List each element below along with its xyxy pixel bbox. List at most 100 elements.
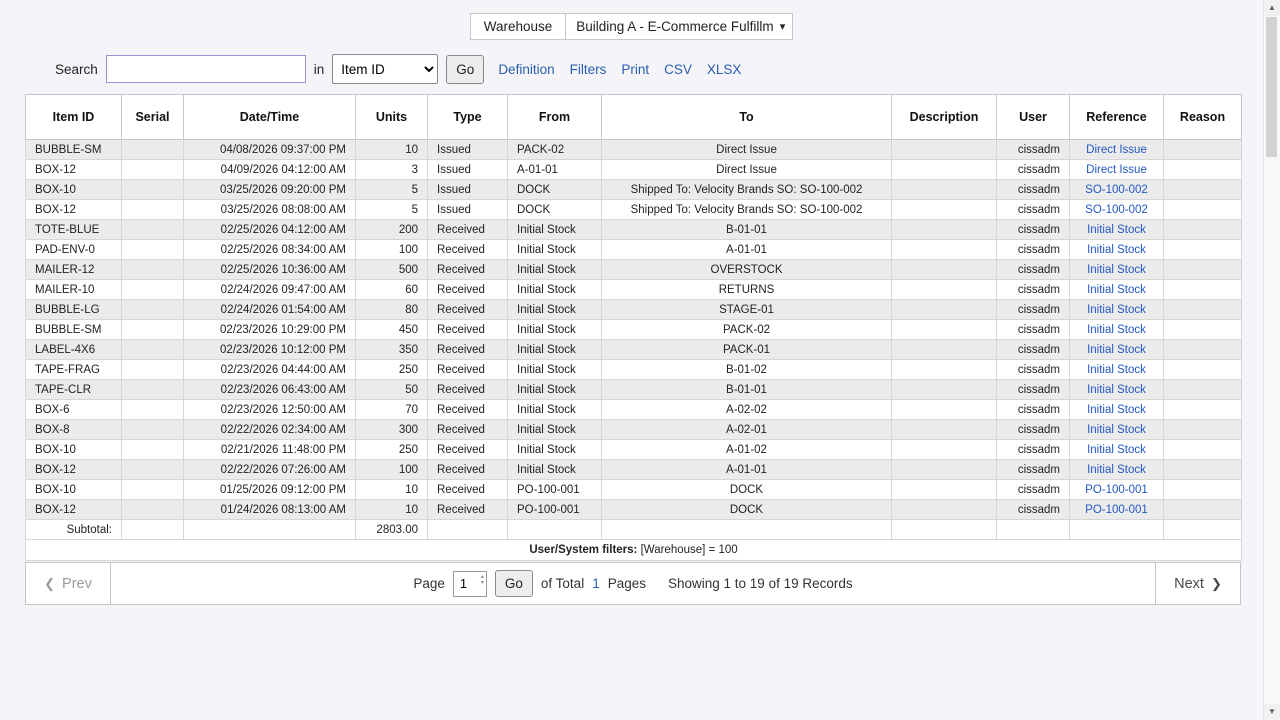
filters-row: User/System filters: [Warehouse] = 100 xyxy=(26,540,1242,561)
reference-link[interactable]: SO-100-002 xyxy=(1085,184,1148,196)
filters-cell: User/System filters: [Warehouse] = 100 xyxy=(26,540,1242,561)
cell-item-id: BOX-8 xyxy=(26,420,122,440)
scrollbar-up-icon[interactable]: ▲ xyxy=(1264,0,1280,16)
cell-user: cissadm xyxy=(997,440,1070,460)
table-row: LABEL-4X602/23/2026 10:12:00 PM350Receiv… xyxy=(26,340,1242,360)
col-type[interactable]: Type xyxy=(428,95,508,140)
cell-reason xyxy=(1164,240,1242,260)
cell-reference: SO-100-002 xyxy=(1070,180,1164,200)
col-item-id[interactable]: Item ID xyxy=(26,95,122,140)
reference-link[interactable]: PO-100-001 xyxy=(1085,504,1148,516)
cell-to: PACK-01 xyxy=(602,340,892,360)
reference-link[interactable]: Initial Stock xyxy=(1087,404,1146,416)
cell-reason xyxy=(1164,160,1242,180)
total-pages-link[interactable]: 1 xyxy=(592,576,600,591)
subtotal-empty xyxy=(184,520,356,540)
in-label: in xyxy=(314,62,325,77)
col-reference[interactable]: Reference xyxy=(1070,95,1164,140)
search-field-select[interactable]: Item ID xyxy=(332,54,438,84)
next-button[interactable]: Next ❯ xyxy=(1155,563,1240,604)
reference-link[interactable]: Direct Issue xyxy=(1086,144,1147,156)
cell-to: Shipped To: Velocity Brands SO: SO-100-0… xyxy=(602,180,892,200)
cell-user: cissadm xyxy=(997,180,1070,200)
reference-link[interactable]: PO-100-001 xyxy=(1085,484,1148,496)
table-row: BUBBLE-SM04/08/2026 09:37:00 PM10IssuedP… xyxy=(26,140,1242,160)
cell-item-id: BOX-10 xyxy=(26,480,122,500)
cell-reference: SO-100-002 xyxy=(1070,200,1164,220)
cell-to: RETURNS xyxy=(602,280,892,300)
reference-link[interactable]: Direct Issue xyxy=(1086,164,1147,176)
reference-link[interactable]: Initial Stock xyxy=(1087,304,1146,316)
go-button[interactable]: Go xyxy=(446,55,484,84)
print-link[interactable]: Print xyxy=(621,62,649,77)
subtotal-empty xyxy=(997,520,1070,540)
vertical-scrollbar[interactable]: ▲ ▼ xyxy=(1263,0,1280,720)
table-row: BOX-802/22/2026 02:34:00 AM300ReceivedIn… xyxy=(26,420,1242,440)
cell-item-id: BUBBLE-SM xyxy=(26,140,122,160)
scrollbar-thumb[interactable] xyxy=(1266,17,1277,157)
reference-link[interactable]: Initial Stock xyxy=(1087,244,1146,256)
cell-type: Received xyxy=(428,300,508,320)
cell-datetime: 04/09/2026 04:12:00 AM xyxy=(184,160,356,180)
page-go-button[interactable]: Go xyxy=(495,570,533,597)
definition-link[interactable]: Definition xyxy=(498,62,554,77)
search-input[interactable] xyxy=(106,55,306,83)
spinner-down-icon[interactable]: ▾ xyxy=(481,580,484,586)
cell-from: Initial Stock xyxy=(508,240,602,260)
cell-units: 10 xyxy=(356,480,428,500)
cell-description xyxy=(892,400,997,420)
reference-link[interactable]: Initial Stock xyxy=(1087,324,1146,336)
cell-datetime: 02/23/2026 10:29:00 PM xyxy=(184,320,356,340)
cell-datetime: 03/25/2026 08:08:00 AM xyxy=(184,200,356,220)
reference-link[interactable]: Initial Stock xyxy=(1087,264,1146,276)
cell-to: PACK-02 xyxy=(602,320,892,340)
reference-link[interactable]: Initial Stock xyxy=(1087,384,1146,396)
reference-link[interactable]: Initial Stock xyxy=(1087,424,1146,436)
table-row: BOX-1202/22/2026 07:26:00 AM100ReceivedI… xyxy=(26,460,1242,480)
cell-datetime: 02/24/2026 09:47:00 AM xyxy=(184,280,356,300)
cell-reference: Direct Issue xyxy=(1070,140,1164,160)
reference-link[interactable]: Initial Stock xyxy=(1087,284,1146,296)
cell-reference: Initial Stock xyxy=(1070,380,1164,400)
reference-link[interactable]: Initial Stock xyxy=(1087,464,1146,476)
cell-reason xyxy=(1164,360,1242,380)
cell-from: Initial Stock xyxy=(508,320,602,340)
cell-units: 200 xyxy=(356,220,428,240)
cell-user: cissadm xyxy=(997,480,1070,500)
top-bar: Warehouse Building A - E-Commerce Fulfil… xyxy=(0,0,1263,40)
cell-from: PO-100-001 xyxy=(508,480,602,500)
col-description[interactable]: Description xyxy=(892,95,997,140)
col-reason[interactable]: Reason xyxy=(1164,95,1242,140)
col-to[interactable]: To xyxy=(602,95,892,140)
cell-from: A-01-01 xyxy=(508,160,602,180)
cell-description xyxy=(892,420,997,440)
table-row: TOTE-BLUE02/25/2026 04:12:00 AM200Receiv… xyxy=(26,220,1242,240)
col-from[interactable]: From xyxy=(508,95,602,140)
scrollbar-down-icon[interactable]: ▼ xyxy=(1264,704,1280,720)
building-select[interactable]: Building A - E-Commerce Fulfillm ▾ xyxy=(565,13,793,40)
reference-link[interactable]: Initial Stock xyxy=(1087,364,1146,376)
cell-serial xyxy=(122,320,184,340)
reference-link[interactable]: SO-100-002 xyxy=(1085,204,1148,216)
xlsx-link[interactable]: XLSX xyxy=(707,62,742,77)
col-units[interactable]: Units xyxy=(356,95,428,140)
filters-link[interactable]: Filters xyxy=(570,62,607,77)
cell-type: Received xyxy=(428,220,508,240)
reference-link[interactable]: Initial Stock xyxy=(1087,344,1146,356)
cell-description xyxy=(892,160,997,180)
search-label: Search xyxy=(55,62,98,77)
csv-link[interactable]: CSV xyxy=(664,62,692,77)
reference-link[interactable]: Initial Stock xyxy=(1087,444,1146,456)
cell-user: cissadm xyxy=(997,380,1070,400)
page-number-spinner[interactable]: ▴ ▾ xyxy=(481,574,484,586)
col-serial[interactable]: Serial xyxy=(122,95,184,140)
prev-button[interactable]: ❮ Prev xyxy=(26,563,111,604)
table-row: TAPE-CLR02/23/2026 06:43:00 AM50Received… xyxy=(26,380,1242,400)
table-row: PAD-ENV-002/25/2026 08:34:00 AM100Receiv… xyxy=(26,240,1242,260)
col-user[interactable]: User xyxy=(997,95,1070,140)
cell-to: B-01-02 xyxy=(602,360,892,380)
col-datetime[interactable]: Date/Time xyxy=(184,95,356,140)
cell-datetime: 02/25/2026 08:34:00 AM xyxy=(184,240,356,260)
reference-link[interactable]: Initial Stock xyxy=(1087,224,1146,236)
cell-item-id: BOX-10 xyxy=(26,440,122,460)
